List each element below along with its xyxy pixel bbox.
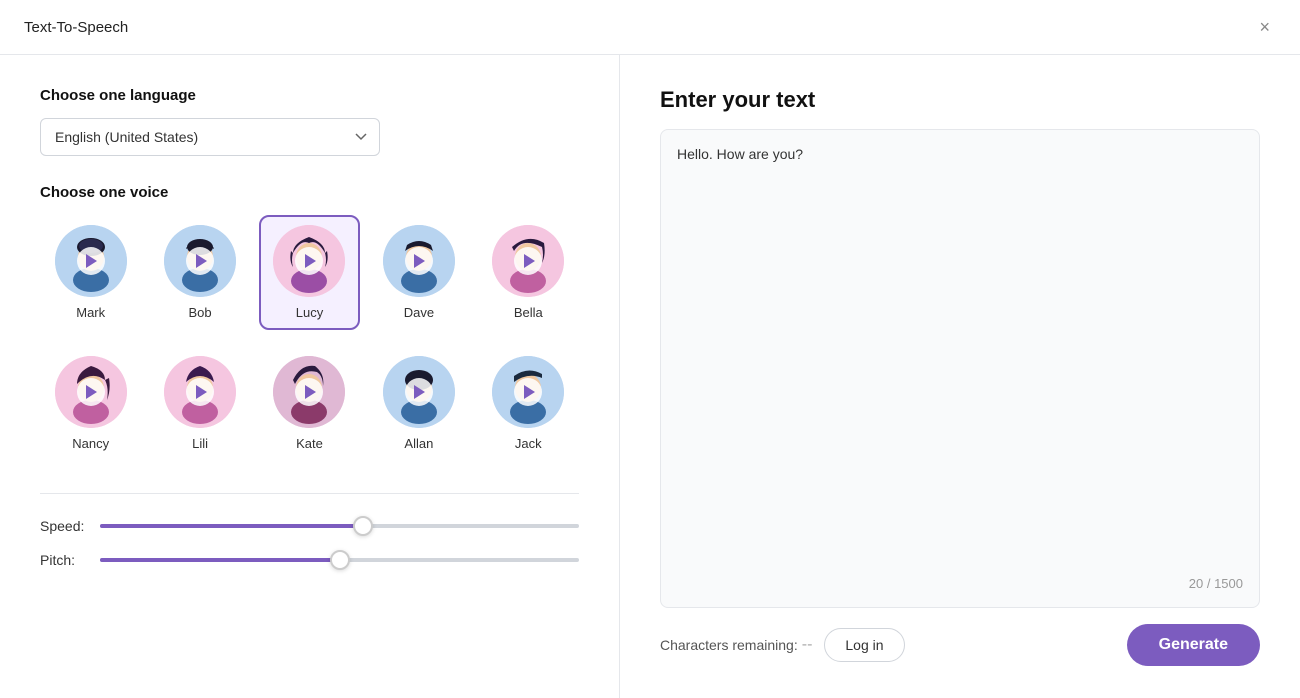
- play-button-mark[interactable]: [77, 247, 105, 275]
- play-triangle-lucy: [305, 254, 316, 268]
- voice-name-lucy: Lucy: [296, 305, 323, 320]
- play-triangle-nancy: [86, 385, 97, 399]
- voice-section: Choose one voice: [40, 184, 579, 461]
- voice-avatar-mark: [55, 225, 127, 297]
- voice-name-mark: Mark: [76, 305, 105, 320]
- voice-item-bella[interactable]: Bella: [478, 215, 579, 330]
- right-panel: Enter your text Hello. How are you? 20 /…: [620, 55, 1300, 698]
- voice-item-kate[interactable]: Kate: [259, 346, 360, 461]
- play-button-allan[interactable]: [405, 378, 433, 406]
- voice-name-jack: Jack: [515, 436, 542, 451]
- voice-name-bob: Bob: [189, 305, 212, 320]
- voice-avatar-kate: [273, 356, 345, 428]
- voice-name-lili: Lili: [192, 436, 208, 451]
- play-button-dave[interactable]: [405, 247, 433, 275]
- chars-remaining-label: Characters remaining:: [660, 637, 798, 653]
- voice-avatar-bella: [492, 225, 564, 297]
- play-triangle-kate: [305, 385, 316, 399]
- play-button-nancy[interactable]: [77, 378, 105, 406]
- speed-slider[interactable]: [100, 524, 579, 528]
- bottom-left: Characters remaining: -- Log in: [660, 628, 905, 662]
- text-area-wrapper: Hello. How are you? 20 / 1500: [660, 129, 1260, 608]
- dialog-header: Text-To-Speech ×: [0, 0, 1300, 55]
- chars-dashes: --: [802, 636, 813, 654]
- voice-item-lucy[interactable]: Lucy: [259, 215, 360, 330]
- voice-avatar-lili: [164, 356, 236, 428]
- voice-name-nancy: Nancy: [72, 436, 109, 451]
- pitch-fill: [100, 558, 340, 562]
- login-button[interactable]: Log in: [824, 628, 904, 662]
- play-button-bob[interactable]: [186, 247, 214, 275]
- play-triangle-allan: [414, 385, 425, 399]
- text-input[interactable]: Hello. How are you?: [677, 146, 1243, 568]
- close-button[interactable]: ×: [1253, 16, 1276, 38]
- slider-section: Speed: Pitch:: [40, 493, 579, 568]
- play-triangle-jack: [524, 385, 535, 399]
- speed-thumb[interactable]: [353, 516, 373, 536]
- voice-item-lili[interactable]: Lili: [149, 346, 250, 461]
- voice-section-label: Choose one voice: [40, 184, 579, 201]
- voice-avatar-jack: [492, 356, 564, 428]
- voice-name-kate: Kate: [296, 436, 323, 451]
- voice-name-dave: Dave: [404, 305, 434, 320]
- speed-label: Speed:: [40, 518, 100, 534]
- play-button-lili[interactable]: [186, 378, 214, 406]
- voice-item-dave[interactable]: Dave: [368, 215, 469, 330]
- voice-grid: Mark: [40, 215, 579, 461]
- pitch-label: Pitch:: [40, 552, 100, 568]
- dialog-title: Text-To-Speech: [24, 19, 128, 36]
- text-to-speech-dialog: Text-To-Speech × Choose one language Eng…: [0, 0, 1300, 698]
- char-count: 20 / 1500: [677, 576, 1243, 591]
- language-select[interactable]: English (United States) English (UK) Spa…: [40, 118, 380, 156]
- play-triangle-bob: [196, 254, 207, 268]
- speed-fill: [100, 524, 363, 528]
- generate-button[interactable]: Generate: [1127, 624, 1260, 666]
- voice-avatar-allan: [383, 356, 455, 428]
- language-section-label: Choose one language: [40, 87, 579, 104]
- pitch-slider[interactable]: [100, 558, 579, 562]
- voice-avatar-bob: [164, 225, 236, 297]
- speed-row: Speed:: [40, 518, 579, 534]
- pitch-row: Pitch:: [40, 552, 579, 568]
- voice-name-bella: Bella: [514, 305, 543, 320]
- bottom-bar: Characters remaining: -- Log in Generate: [660, 608, 1260, 666]
- right-title: Enter your text: [660, 87, 1260, 113]
- voice-name-allan: Allan: [404, 436, 433, 451]
- voice-item-mark[interactable]: Mark: [40, 215, 141, 330]
- play-triangle-lili: [196, 385, 207, 399]
- voice-item-allan[interactable]: Allan: [368, 346, 469, 461]
- pitch-thumb[interactable]: [330, 550, 350, 570]
- voice-avatar-dave: [383, 225, 455, 297]
- left-panel: Choose one language English (United Stat…: [0, 55, 620, 698]
- play-triangle-bella: [524, 254, 535, 268]
- voice-avatar-lucy: [273, 225, 345, 297]
- voice-item-bob[interactable]: Bob: [149, 215, 250, 330]
- voice-item-jack[interactable]: Jack: [478, 346, 579, 461]
- play-triangle-dave: [414, 254, 425, 268]
- dialog-body: Choose one language English (United Stat…: [0, 55, 1300, 698]
- play-triangle-mark: [86, 254, 97, 268]
- voice-avatar-nancy: [55, 356, 127, 428]
- voice-item-nancy[interactable]: Nancy: [40, 346, 141, 461]
